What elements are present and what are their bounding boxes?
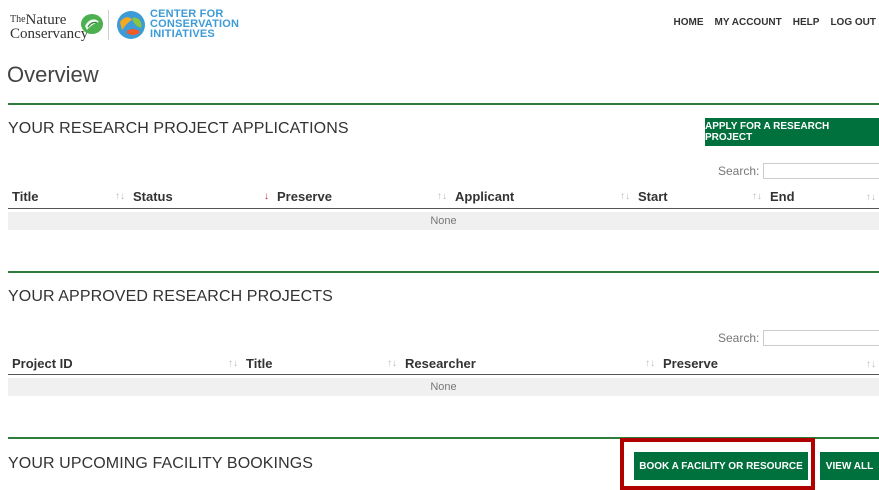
- apply-research-project-button[interactable]: APPLY FOR A RESEARCH PROJECT: [705, 118, 879, 146]
- cci-globe-icon: [117, 11, 145, 39]
- col-header-researcher[interactable]: ↑↓ Researcher: [387, 356, 476, 371]
- col-header-applicant[interactable]: ↑↓ Applicant: [437, 189, 514, 204]
- approved-section-title: YOUR APPROVED RESEARCH PROJECTS: [8, 288, 333, 305]
- col-header-end[interactable]: ↑↓ End: [752, 189, 795, 204]
- nav-my-account[interactable]: MY ACCOUNT: [715, 17, 782, 28]
- nav-home[interactable]: HOME: [674, 17, 704, 28]
- section-divider: [8, 103, 879, 105]
- logo-divider: [108, 10, 109, 40]
- col-header-preserve[interactable]: ↑↓ Preserve: [645, 356, 718, 371]
- view-all-bookings-button[interactable]: VIEW ALL: [820, 452, 879, 480]
- col-header-start[interactable]: ↑↓ Start: [620, 189, 668, 204]
- col-header-title[interactable]: ↑↓ Title: [228, 356, 273, 371]
- col-header-project-id[interactable]: Project ID: [12, 356, 73, 371]
- sort-arrows-icon: ↑↓: [387, 358, 397, 369]
- sort-arrows-icon: ↑↓: [437, 191, 447, 202]
- highlight-box: [620, 438, 815, 490]
- nav-log-out[interactable]: LOG OUT: [830, 17, 876, 28]
- applications-search-input[interactable]: [763, 163, 879, 179]
- sort-arrows-icon: ↑↓: [620, 191, 630, 202]
- sort-arrows-icon: ↑↓: [115, 191, 125, 202]
- applications-search-label: Search:: [718, 164, 760, 178]
- page-title: Overview: [7, 62, 99, 87]
- section-divider: [8, 271, 879, 273]
- bookings-section-title: YOUR UPCOMING FACILITY BOOKINGS: [8, 455, 314, 472]
- sort-desc-icon: ↓: [264, 191, 269, 202]
- top-nav: HOME MY ACCOUNT HELP LOG OUT: [674, 17, 876, 28]
- approved-empty-row: None: [8, 378, 879, 396]
- tnc-logo-text: TheNature Conservancy: [10, 12, 89, 42]
- sort-arrows-icon: ↑↓: [866, 359, 876, 370]
- col-header-title[interactable]: Title: [12, 189, 39, 204]
- applications-empty-row: None: [8, 212, 879, 230]
- applications-section-title: YOUR RESEARCH PROJECT APPLICATIONS: [8, 120, 349, 137]
- col-header-preserve[interactable]: ↓ Preserve: [264, 189, 332, 204]
- tnc-leaf-icon: [81, 14, 103, 34]
- table-header-border: [8, 374, 879, 375]
- nav-help[interactable]: HELP: [793, 17, 820, 28]
- sort-arrows-icon: ↑↓: [645, 358, 655, 369]
- approved-search-label: Search:: [718, 331, 760, 345]
- col-header-status[interactable]: ↑↓ Status: [115, 189, 173, 204]
- sort-arrows-icon: ↑↓: [228, 358, 238, 369]
- cci-logo-text: CENTER FOR CONSERVATION INITIATIVES: [150, 8, 240, 40]
- approved-search-input[interactable]: [763, 330, 879, 346]
- sort-arrows-icon: ↑↓: [752, 191, 762, 202]
- sort-arrows-icon: ↑↓: [866, 192, 876, 203]
- table-header-border: [8, 208, 879, 209]
